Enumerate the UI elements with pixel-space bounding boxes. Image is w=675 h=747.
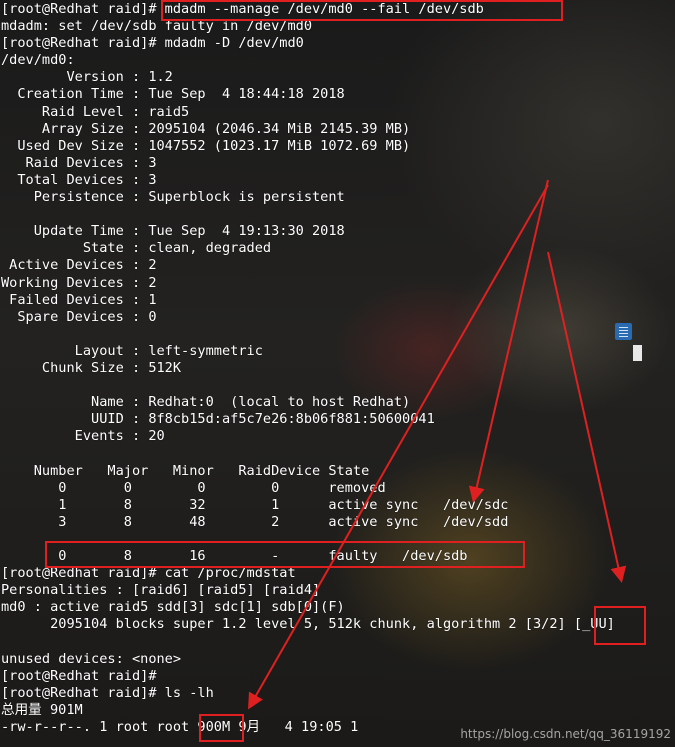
document-icon[interactable]: [615, 323, 632, 340]
arrow-to-sdd: [248, 184, 549, 710]
text-cursor-block: [633, 345, 642, 361]
annotation-arrows: [248, 179, 627, 710]
arrow-to-uu: [547, 251, 627, 583]
arrow-to-sdc: [468, 179, 549, 503]
watermark: https://blog.csdn.net/qq_36119192: [460, 727, 671, 741]
